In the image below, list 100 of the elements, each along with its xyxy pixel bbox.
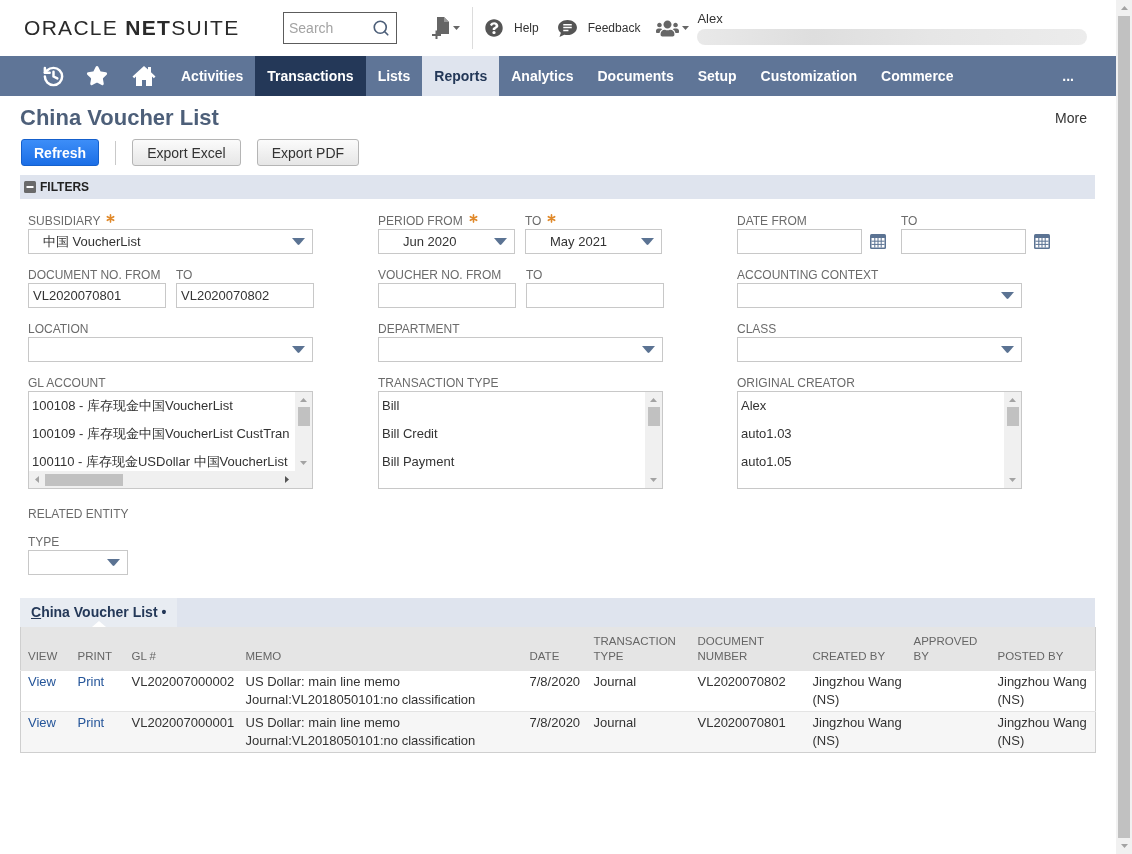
table-cell: 7/8/2020 bbox=[522, 711, 587, 752]
listbox-option[interactable]: 100110 - 库存现金USDollar 中国VoucherList bbox=[32, 448, 295, 471]
scroll-up-icon[interactable] bbox=[300, 398, 307, 402]
listbox-option[interactable]: Alex bbox=[741, 392, 1004, 420]
nav-tab[interactable]: Activities bbox=[169, 56, 256, 96]
scroll-up-icon[interactable] bbox=[1120, 6, 1128, 10]
table-cell: VL202007000001 bbox=[124, 711, 239, 752]
refresh-button[interactable]: Refresh bbox=[21, 139, 100, 166]
search-field[interactable]: Search bbox=[283, 12, 397, 44]
more-menu-button[interactable]: ... bbox=[1058, 56, 1078, 96]
export-button[interactable]: Export PDF bbox=[256, 139, 360, 166]
listbox-option[interactable]: Bill Payment bbox=[382, 448, 645, 476]
text-field[interactable] bbox=[378, 283, 516, 308]
column-header: TRANSACTION TYPE bbox=[586, 627, 691, 670]
select-field[interactable]: Jun 2020 bbox=[378, 229, 515, 254]
caret-icon bbox=[453, 26, 460, 30]
text-field[interactable] bbox=[526, 283, 664, 308]
scrollbar-thumb[interactable] bbox=[297, 407, 310, 426]
collapse-icon[interactable] bbox=[24, 181, 36, 193]
scroll-down-icon[interactable] bbox=[300, 461, 307, 465]
select-field[interactable]: 中国 VoucherList bbox=[28, 229, 313, 254]
listbox[interactable]: 100108 - 库存现金中国VoucherList 100109 - 库存现金中国VoucherList CustTran 100110 - 库存现金USDollar 中国VoucherList bbox=[28, 391, 313, 489]
vertical-scrollbar[interactable] bbox=[1004, 392, 1021, 488]
table-cell: VL202007000002 bbox=[124, 670, 239, 711]
listbox[interactable]: Alex auto1.03 auto1.05 bbox=[737, 391, 1022, 489]
listbox-option[interactable]: auto1.03 bbox=[741, 420, 1004, 448]
nav-tab[interactable]: Analytics bbox=[499, 56, 586, 96]
view-link[interactable]: View bbox=[28, 673, 56, 689]
field-label: PERIOD FROM bbox=[378, 213, 463, 229]
table-cell: 7/8/2020 bbox=[522, 670, 587, 711]
select-field[interactable] bbox=[737, 283, 1022, 308]
scroll-up-icon[interactable] bbox=[1009, 398, 1016, 402]
listbox-option[interactable]: 100108 - 库存现金中国VoucherList bbox=[32, 392, 295, 420]
text-field[interactable]: VL2020070802 bbox=[176, 283, 314, 308]
column-header: MEMO bbox=[238, 627, 523, 670]
listbox-option[interactable]: Bill bbox=[382, 392, 645, 420]
select-field[interactable] bbox=[28, 337, 313, 362]
feedback-link[interactable]: Feedback bbox=[557, 19, 641, 37]
vertical-scrollbar[interactable] bbox=[645, 392, 662, 488]
table-cell: VL2020070801 bbox=[690, 711, 806, 752]
home-icon bbox=[132, 65, 156, 87]
nav-tab[interactable]: Documents bbox=[585, 56, 686, 96]
view-link[interactable]: View bbox=[28, 714, 56, 730]
search-icon[interactable] bbox=[372, 19, 390, 37]
listbox-option[interactable]: 100109 - 库存现金中国VoucherList CustTran bbox=[32, 420, 295, 448]
nav-tab[interactable]: Lists bbox=[365, 56, 423, 96]
filters-title: FILTERS bbox=[40, 180, 90, 194]
scrollbar-thumb[interactable] bbox=[1118, 16, 1130, 838]
scrollbar-thumb[interactable] bbox=[45, 473, 123, 486]
field-label: ORIGINAL CREATOR bbox=[737, 375, 855, 391]
listbox-option[interactable]: auto1.05 bbox=[741, 448, 1004, 476]
horizontal-scrollbar[interactable] bbox=[29, 471, 312, 488]
date-field[interactable] bbox=[901, 229, 1026, 254]
user-name: Alex bbox=[697, 11, 724, 26]
field-label: DATE FROM bbox=[737, 213, 807, 229]
export-button[interactable]: Export Excel bbox=[132, 139, 241, 166]
scroll-left-icon[interactable] bbox=[35, 476, 39, 483]
list-tab[interactable]: China Voucher List • bbox=[20, 598, 178, 627]
listbox[interactable]: Bill Bill Credit Bill Payment bbox=[378, 391, 663, 489]
print-link[interactable]: Print bbox=[77, 714, 105, 730]
star-icon bbox=[86, 65, 108, 87]
column-header: DOCUMENT NUMBER bbox=[690, 627, 806, 670]
create-new-button[interactable] bbox=[432, 17, 460, 39]
vertical-scrollbar[interactable] bbox=[295, 392, 312, 471]
column-header: APPROVED BY bbox=[906, 627, 991, 670]
select-field[interactable] bbox=[378, 337, 663, 362]
nav-tab[interactable]: Reports bbox=[422, 56, 500, 96]
column-header: GL # bbox=[124, 627, 239, 670]
dropdown-arrow-icon bbox=[292, 346, 305, 353]
date-field[interactable] bbox=[737, 229, 862, 254]
dropdown-arrow-icon bbox=[642, 346, 655, 353]
calendar-icon[interactable] bbox=[870, 234, 886, 249]
nav-tab[interactable]: Setup bbox=[685, 56, 749, 96]
help-link[interactable]: Help bbox=[485, 19, 539, 37]
listbox-option[interactable]: Bill Credit bbox=[382, 420, 645, 448]
page-scrollbar[interactable] bbox=[1116, 0, 1132, 854]
text-field[interactable]: VL2020070801 bbox=[28, 283, 166, 308]
field-label: ACCOUNTING CONTEXT bbox=[737, 267, 879, 283]
scroll-down-icon[interactable] bbox=[650, 478, 657, 482]
dropdown-arrow-icon bbox=[641, 238, 654, 245]
page-title: China Voucher List bbox=[20, 105, 219, 131]
nav-tab[interactable]: Transactions bbox=[255, 56, 366, 96]
nav-tab[interactable]: Customization bbox=[748, 56, 870, 96]
field-label: TO bbox=[901, 213, 918, 229]
scrollbar-thumb[interactable] bbox=[1006, 407, 1019, 426]
scroll-right-icon[interactable] bbox=[285, 476, 289, 483]
scroll-up-icon[interactable] bbox=[650, 398, 657, 402]
select-field[interactable]: May 2021 bbox=[525, 229, 662, 254]
calendar-icon[interactable] bbox=[1034, 234, 1050, 249]
column-header: PRINT bbox=[70, 627, 125, 670]
nav-tab[interactable]: Commerce bbox=[869, 56, 966, 96]
field-label: LOCATION bbox=[28, 321, 89, 337]
scroll-down-icon[interactable] bbox=[1009, 478, 1016, 482]
select-field[interactable] bbox=[28, 550, 128, 575]
select-field[interactable] bbox=[737, 337, 1022, 362]
scrollbar-thumb[interactable] bbox=[647, 407, 660, 426]
scroll-down-icon[interactable] bbox=[1120, 844, 1128, 848]
more-link[interactable]: More bbox=[1055, 110, 1087, 126]
print-link[interactable]: Print bbox=[77, 673, 105, 689]
field-label: TYPE bbox=[28, 534, 60, 550]
